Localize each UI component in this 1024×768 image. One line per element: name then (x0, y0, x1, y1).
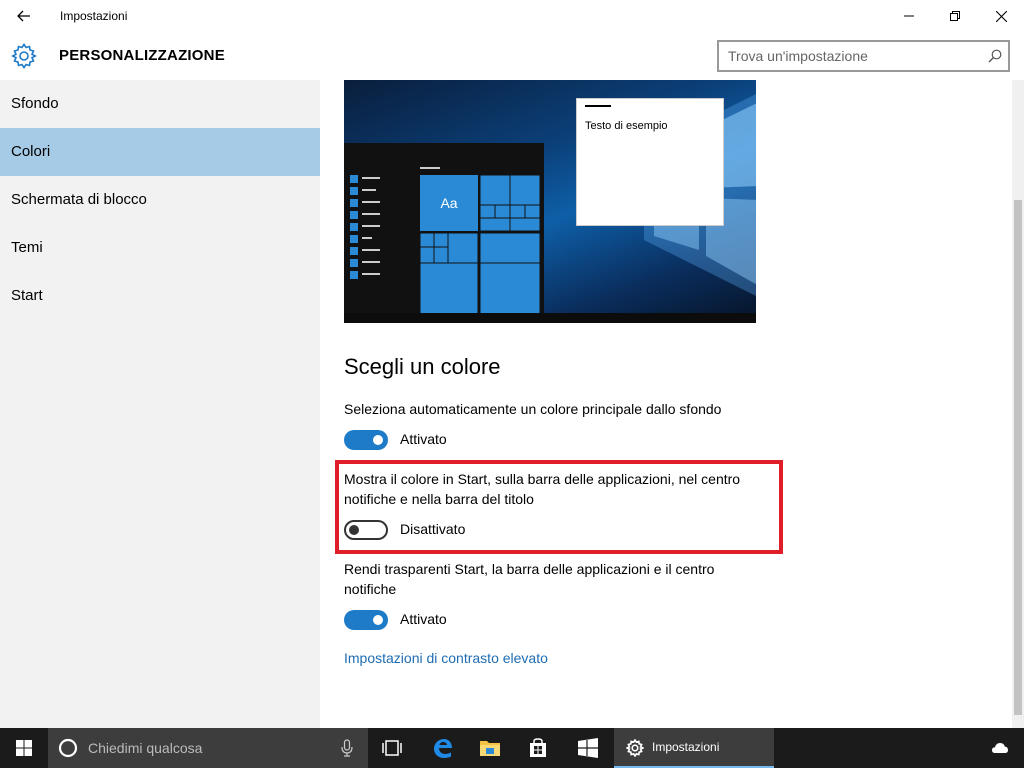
onedrive-tray-button[interactable] (976, 728, 1024, 768)
preview-start-tiles (350, 167, 541, 316)
store-icon (530, 738, 546, 757)
preview-tile-label: Aa (440, 195, 458, 211)
content-scrollbar[interactable] (1012, 80, 1024, 728)
preview-taskbar (344, 313, 756, 323)
windows-start-icon (16, 740, 32, 756)
page-title: PERSONALIZZAZIONE (59, 47, 225, 64)
restore-button[interactable] (932, 0, 978, 32)
sidebar: Sfondo Colori Schermata di blocco Temi S… (0, 80, 320, 728)
search-input[interactable] (719, 42, 979, 70)
task-view-button[interactable] (368, 728, 416, 768)
settings-search-box[interactable] (717, 40, 1010, 72)
sidebar-item-schermata-di-blocco[interactable]: Schermata di blocco (0, 176, 320, 224)
toggle-knob (349, 525, 359, 535)
sample-window-bar (585, 105, 611, 107)
setting-show-color-label: Mostra il colore in Start, sulla barra d… (344, 471, 741, 507)
color-preview: Aa Testo di esempio (344, 80, 756, 323)
file-explorer-button[interactable] (466, 728, 514, 768)
restore-icon (950, 11, 960, 21)
auto-color-state: Attivato (400, 431, 447, 447)
taskbar-app-label: Impostazioni (652, 740, 720, 754)
show-color-state: Disattivato (400, 521, 466, 537)
preview-sample-window: Testo di esempio (576, 98, 724, 226)
settings-gear-icon (626, 739, 644, 757)
toggle-knob (373, 615, 383, 625)
taskbar: Chiedimi qualcosa Impostazioni (0, 728, 1024, 768)
cortana-search-box[interactable]: Chiedimi qualcosa (48, 728, 368, 768)
sidebar-item-colori[interactable]: Colori (0, 128, 320, 176)
section-title: Scegli un colore (344, 354, 501, 379)
cloud-icon (992, 743, 1008, 753)
sidebar-item-temi[interactable]: Temi (0, 224, 320, 272)
transparency-toggle[interactable] (344, 610, 388, 630)
close-icon (995, 10, 1007, 22)
sidebar-item-start[interactable]: Start (0, 272, 320, 320)
title-bar: Impostazioni (0, 0, 1024, 32)
minimize-button[interactable] (886, 0, 932, 32)
setting-transparency-label: Rendi trasparenti Start, la barra delle … (344, 561, 715, 597)
sample-text: Testo di esempio (585, 120, 668, 132)
microphone-icon[interactable] (341, 739, 353, 757)
edge-icon (434, 739, 452, 758)
minimize-icon (904, 15, 914, 17)
auto-color-toggle[interactable] (344, 430, 388, 450)
setting-auto-color-label: Seleziona automaticamente un colore prin… (344, 401, 722, 417)
cortana-search-placeholder: Chiedimi qualcosa (88, 740, 203, 756)
tiles-app-icon (578, 738, 598, 758)
show-color-toggle[interactable] (344, 520, 388, 540)
task-view-icon (382, 740, 402, 756)
search-icon[interactable] (988, 49, 1002, 63)
close-button[interactable] (978, 0, 1024, 32)
cortana-icon (58, 738, 78, 758)
folder-icon (480, 741, 500, 756)
taskbar-app-impostazioni[interactable]: Impostazioni (614, 728, 774, 768)
edge-button[interactable] (418, 728, 466, 768)
page-header: PERSONALIZZAZIONE (0, 32, 1024, 80)
gear-icon (11, 43, 37, 69)
toggle-knob (373, 435, 383, 445)
back-button[interactable] (8, 2, 40, 30)
preview-start-menu: Aa (344, 143, 544, 323)
scrollbar-thumb[interactable] (1014, 200, 1022, 715)
start-tiles-app-button[interactable] (564, 728, 612, 768)
back-arrow-icon (17, 10, 30, 22)
main-content: Aa Testo di esempio Scegli un colore Sel… (320, 80, 1012, 728)
start-button[interactable] (0, 728, 48, 768)
transparency-state: Attivato (400, 611, 447, 627)
high-contrast-settings-link[interactable]: Impostazioni di contrasto elevato (344, 650, 548, 666)
window-title: Impostazioni (60, 9, 128, 23)
sidebar-item-sfondo[interactable]: Sfondo (0, 80, 320, 128)
store-button[interactable] (514, 728, 562, 768)
